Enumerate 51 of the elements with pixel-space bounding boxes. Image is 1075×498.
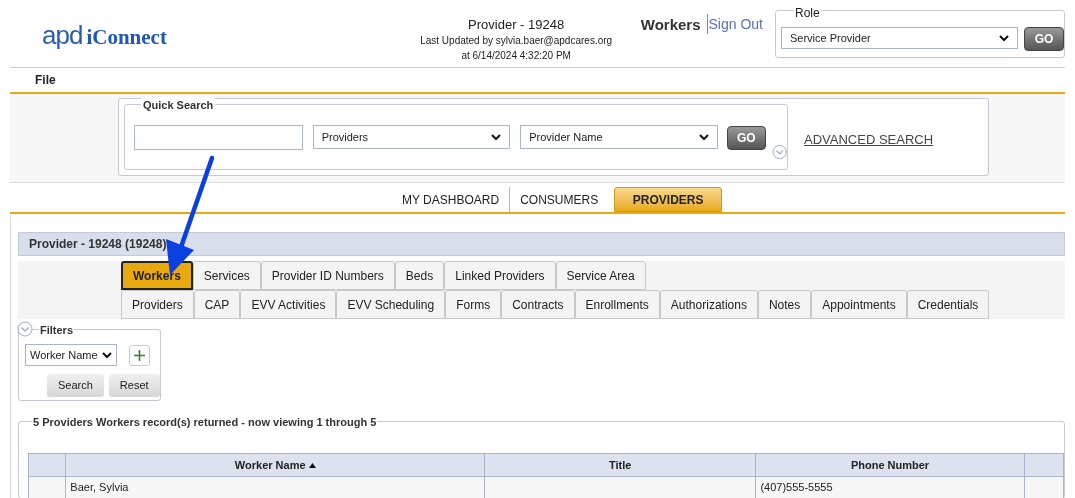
tab[interactable]: Linked Providers bbox=[444, 261, 556, 290]
filter-button[interactable]: Search bbox=[47, 374, 104, 397]
tab[interactable]: Service Area bbox=[555, 261, 646, 290]
tab[interactable]: CAP bbox=[193, 290, 241, 319]
advanced-search-link[interactable]: ADVANCED SEARCH bbox=[804, 130, 934, 150]
tab[interactable]: Workers bbox=[121, 261, 193, 290]
tab[interactable]: Beds bbox=[394, 261, 445, 290]
logo: apd iConnect bbox=[42, 19, 167, 52]
nav-tab[interactable]: PROVIDERS bbox=[614, 187, 723, 212]
column-header[interactable]: Worker Name bbox=[65, 453, 485, 477]
column-header[interactable]: Title bbox=[484, 453, 756, 477]
dropdown[interactable]: Provider Name bbox=[520, 125, 718, 149]
collapse-icon[interactable] bbox=[17, 321, 33, 337]
tab[interactable]: Provider ID Numbers bbox=[260, 261, 395, 290]
tab[interactable]: Forms bbox=[445, 290, 502, 319]
tab[interactable]: Authorizations bbox=[659, 290, 758, 319]
dropdown[interactable]: Providers bbox=[312, 125, 511, 149]
column-header[interactable] bbox=[1024, 453, 1064, 477]
sign-out-link[interactable]: Sign Out bbox=[708, 14, 763, 34]
go-button[interactable]: GO bbox=[1024, 27, 1064, 51]
sort-ascending-icon bbox=[308, 462, 316, 468]
column-header[interactable]: Phone Number bbox=[755, 453, 1025, 477]
dropdown[interactable]: Service Provider bbox=[781, 27, 1018, 49]
plus-icon bbox=[134, 349, 145, 361]
provider-title: Provider - 19248 bbox=[468, 17, 565, 33]
quick-search-legend: Quick Search bbox=[141, 97, 216, 114]
tab[interactable]: EVV Activities bbox=[240, 290, 337, 319]
tab[interactable]: Appointments bbox=[811, 290, 907, 319]
tab[interactable]: Notes bbox=[757, 290, 812, 319]
tab[interactable]: Enrollments bbox=[574, 290, 660, 319]
page-heading: Workers bbox=[640, 15, 701, 35]
last-updated-text: Last Updated by sylvia.baer@apdcares.org bbox=[420, 34, 613, 48]
add-button[interactable] bbox=[129, 344, 150, 366]
table-cell: (407)555-5555 bbox=[755, 476, 1025, 498]
tab[interactable]: Credentials bbox=[906, 290, 990, 319]
table-cell: Baer, Sylvia bbox=[65, 476, 485, 498]
go-button[interactable]: GO bbox=[726, 126, 766, 150]
panel-title: Provider - 19248 (19248) bbox=[29, 236, 167, 253]
search-field[interactable] bbox=[134, 125, 303, 150]
tab[interactable]: Providers bbox=[121, 290, 194, 319]
tab[interactable]: Services bbox=[192, 261, 261, 290]
nav-tab[interactable]: MY DASHBOARD bbox=[392, 187, 510, 212]
nav-tab[interactable]: CONSUMERS bbox=[509, 187, 609, 212]
menu-item[interactable]: File bbox=[35, 71, 56, 89]
tab[interactable]: Contracts bbox=[501, 290, 575, 319]
expand-icon[interactable] bbox=[771, 144, 787, 160]
column-header[interactable] bbox=[28, 453, 66, 477]
filter-button[interactable]: Reset bbox=[108, 374, 160, 397]
tab[interactable]: EVV Scheduling bbox=[336, 290, 446, 319]
dropdown[interactable]: Worker Name bbox=[25, 344, 117, 366]
last-updated-time: at 6/14/2024 4:32:20 PM bbox=[461, 49, 571, 63]
